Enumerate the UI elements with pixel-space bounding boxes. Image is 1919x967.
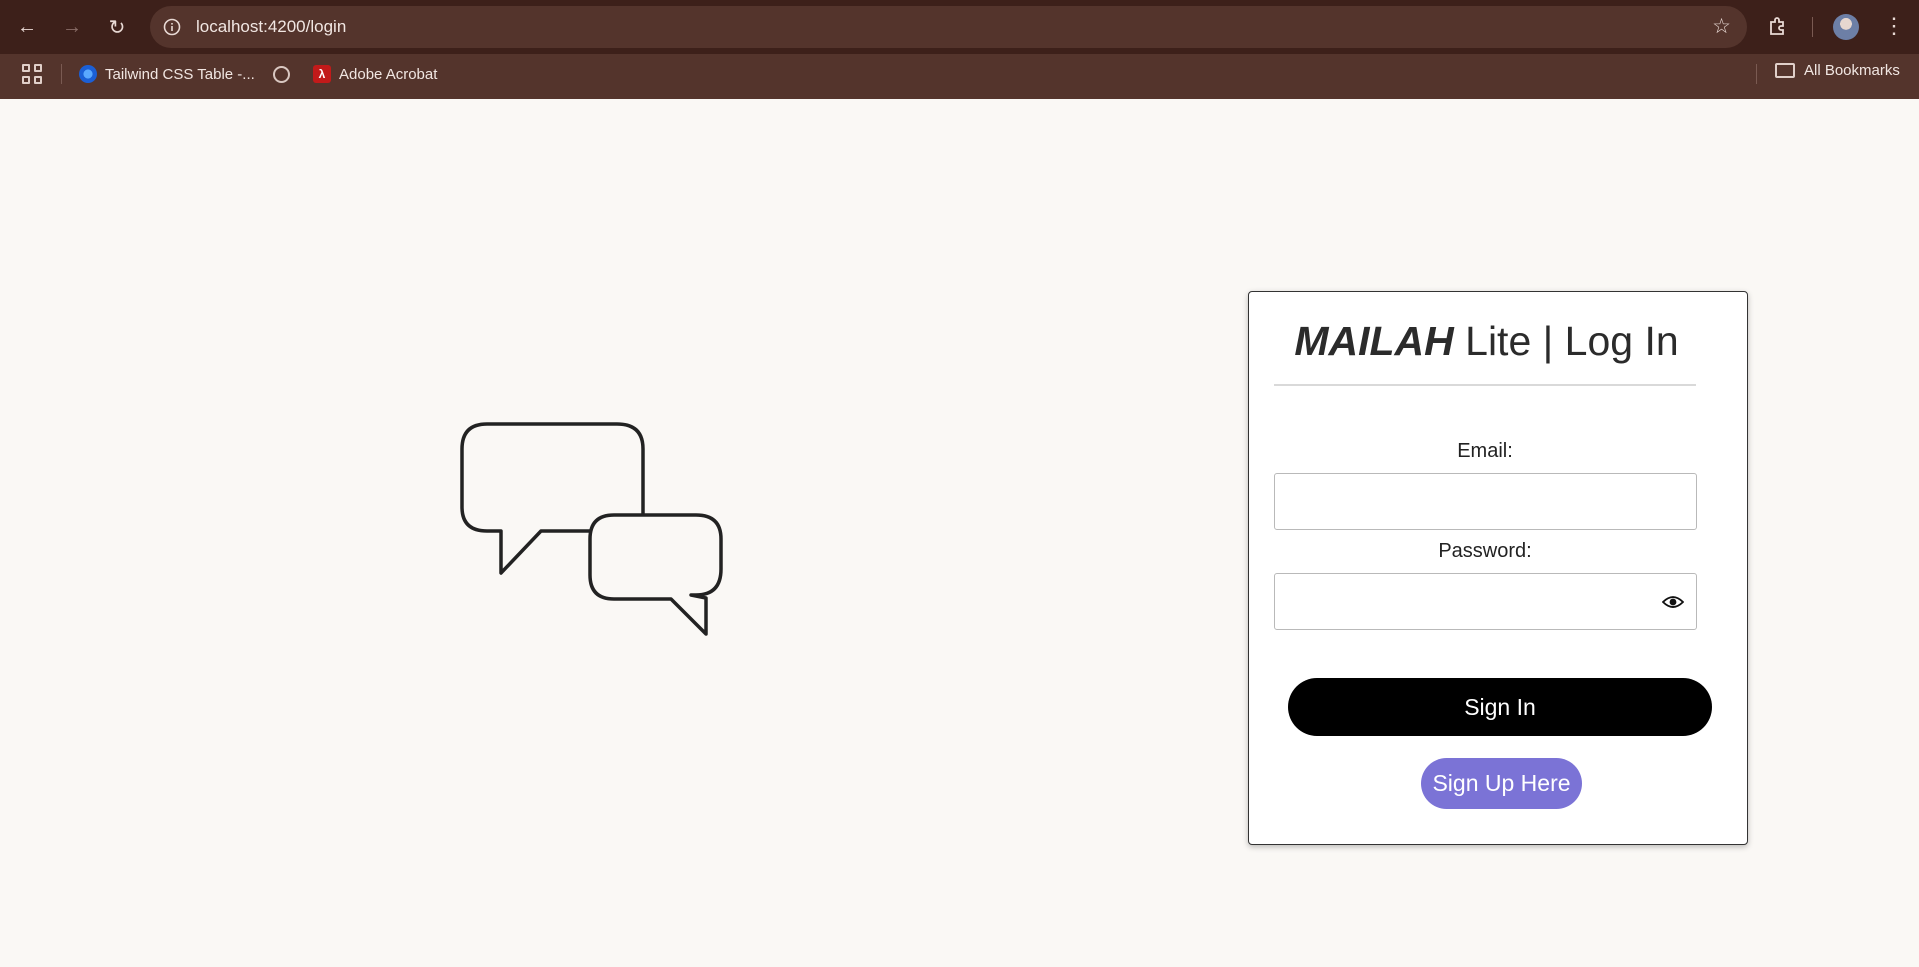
browser-toolbar: ← → ↻ localhost:4200/login ☆ ⋮ (0, 0, 1919, 54)
folder-icon (1775, 63, 1795, 78)
extensions-icon[interactable] (1764, 12, 1792, 40)
globe-icon (273, 65, 290, 83)
password-field[interactable] (1274, 573, 1697, 630)
email-label: Email: (1457, 440, 1513, 462)
chat-bubbles-icon (460, 422, 723, 636)
bookmark-star-icon[interactable]: ☆ (1712, 14, 1731, 39)
toolbar-divider (1812, 17, 1813, 37)
title-divider (1274, 384, 1696, 386)
address-bar[interactable]: localhost:4200/login ☆ (150, 6, 1747, 48)
profile-avatar[interactable] (1833, 14, 1859, 40)
url-text[interactable]: localhost:4200/login (196, 17, 346, 37)
bookmark-label: Tailwind CSS Table -... (105, 65, 255, 83)
reload-icon[interactable]: ↻ (101, 11, 133, 43)
all-bookmarks-label: All Bookmarks (1804, 62, 1900, 79)
bookmark-tailwind[interactable]: Tailwind CSS Table -... (79, 62, 255, 86)
login-card: MAILAH Lite | Log In Email: Password: Si… (1248, 291, 1748, 845)
password-label: Password: (1438, 540, 1532, 562)
brand-name: MAILAH (1294, 318, 1454, 364)
show-password-eye-icon[interactable] (1662, 594, 1684, 610)
sign-up-button[interactable]: Sign Up Here (1421, 758, 1582, 809)
all-bookmarks[interactable]: All Bookmarks (1775, 62, 1900, 79)
tailwind-favicon-icon (79, 65, 97, 83)
bookmark-adobe-acrobat[interactable]: λ Adobe Acrobat (313, 62, 437, 86)
title-suffix: Lite | Log In (1453, 318, 1679, 364)
site-info-icon[interactable] (160, 15, 184, 39)
browser-menu-icon[interactable]: ⋮ (1880, 10, 1908, 42)
bookmarks-divider (61, 64, 62, 84)
apps-grid-icon[interactable] (22, 64, 42, 84)
back-icon[interactable]: ← (11, 11, 43, 43)
login-title: MAILAH Lite | Log In (1249, 318, 1724, 365)
bookmark-label: Adobe Acrobat (339, 65, 438, 83)
email-field[interactable] (1274, 473, 1697, 530)
forward-icon[interactable]: → (56, 11, 88, 43)
bookmarks-bar: Tailwind CSS Table -... λ Adobe Acrobat … (0, 56, 1919, 92)
browser-chrome: ← → ↻ localhost:4200/login ☆ ⋮ Tailwind … (0, 0, 1919, 99)
bookmarks-divider (1756, 64, 1757, 84)
acrobat-favicon-icon: λ (313, 65, 331, 83)
bookmark-globe[interactable] (273, 62, 290, 86)
sign-in-button[interactable]: Sign In (1288, 678, 1712, 736)
